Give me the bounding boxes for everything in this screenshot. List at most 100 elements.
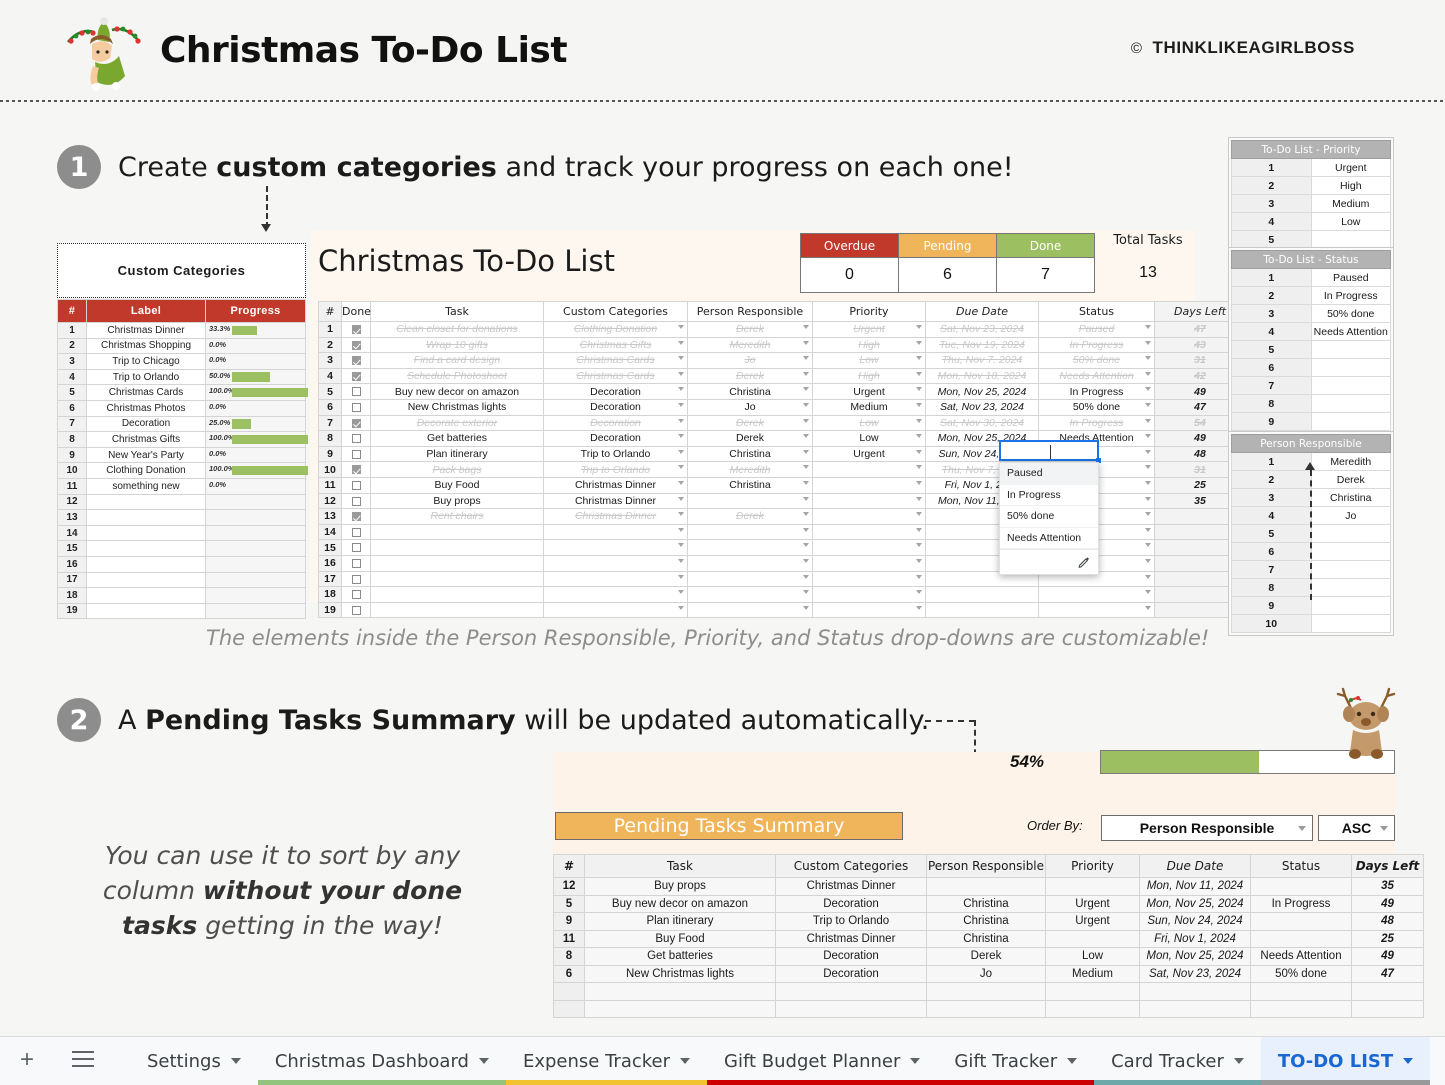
task-pri[interactable]	[812, 492, 926, 510]
task-done-cell[interactable]	[341, 367, 371, 385]
tab-expense-tracker[interactable]: Expense Tracker	[505, 1037, 708, 1085]
lookup-value[interactable]	[1310, 376, 1391, 395]
pencil-icon[interactable]	[1078, 556, 1090, 568]
status-option-3[interactable]: Needs Attention	[1000, 528, 1098, 549]
lookup-value[interactable]	[1310, 578, 1391, 597]
task-due-date[interactable]: Tue, Nov 19, 2024	[925, 336, 1039, 354]
task-pri[interactable]: High	[812, 367, 926, 385]
done-checkbox[interactable]	[351, 496, 361, 506]
lookup-value[interactable]: Jo	[1310, 506, 1391, 525]
task-due-date[interactable]: Sat, Nov 23, 2024	[925, 321, 1039, 338]
lookup-value[interactable]	[1310, 412, 1391, 431]
done-checkbox[interactable]	[351, 418, 361, 428]
lookup-value[interactable]	[1310, 340, 1391, 359]
task-name[interactable]: Pack bags	[370, 461, 544, 478]
done-checkbox[interactable]	[351, 387, 361, 397]
task-done-cell[interactable]	[341, 539, 371, 556]
task-cat[interactable]: Clothing Donation	[543, 321, 688, 338]
task-name[interactable]	[370, 570, 544, 588]
task-cat[interactable]: Decoration	[543, 414, 688, 432]
done-checkbox[interactable]	[351, 543, 361, 553]
task-cat[interactable]: Decoration	[543, 430, 688, 447]
task-due-date[interactable]: Thu, Nov 7, 2024	[925, 352, 1039, 369]
lookup-value[interactable]	[1310, 230, 1391, 249]
task-name[interactable]: Rent chairs	[370, 508, 544, 525]
lookup-value[interactable]	[1310, 524, 1391, 543]
task-pri[interactable]	[812, 508, 926, 525]
tab-gift-budget-planner[interactable]: Gift Budget Planner	[707, 1037, 938, 1085]
task-per[interactable]	[687, 492, 813, 510]
task-name[interactable]: Decorate exterior	[370, 414, 544, 432]
task-status[interactable]	[1038, 586, 1155, 603]
task-pri[interactable]: Urgent	[812, 321, 926, 338]
task-pri[interactable]: Urgent	[812, 383, 926, 400]
task-due-date[interactable]	[925, 586, 1039, 603]
task-pri[interactable]: High	[812, 336, 926, 354]
task-status[interactable]: 50% done	[1038, 352, 1155, 369]
order-direction-select[interactable]: ASC	[1318, 815, 1395, 841]
task-pri[interactable]	[812, 523, 926, 541]
done-checkbox[interactable]	[351, 356, 361, 366]
task-per[interactable]: Derek	[687, 430, 813, 447]
task-name[interactable]	[370, 601, 544, 619]
all-sheets-menu-icon[interactable]	[72, 1051, 94, 1067]
task-pri[interactable]: Low	[812, 414, 926, 432]
lookup-value[interactable]	[1310, 358, 1391, 377]
task-cat[interactable]: Christmas Cards	[543, 352, 688, 369]
done-checkbox[interactable]	[351, 325, 361, 335]
done-checkbox[interactable]	[351, 605, 361, 615]
lookup-value[interactable]: Paused	[1310, 268, 1391, 287]
task-per[interactable]	[687, 570, 813, 588]
task-per[interactable]: Christina	[687, 383, 813, 400]
task-done-cell[interactable]	[341, 570, 371, 588]
task-done-cell[interactable]	[341, 398, 371, 416]
tab-card-tracker[interactable]: Card Tracker	[1094, 1037, 1261, 1085]
lookup-value[interactable]: Derek	[1310, 470, 1391, 489]
task-done-cell[interactable]	[341, 601, 371, 619]
task-status[interactable]: In Progress	[1038, 383, 1155, 400]
task-done-cell[interactable]	[341, 414, 371, 432]
task-cat[interactable]: Christmas Dinner	[543, 508, 688, 525]
done-checkbox[interactable]	[351, 480, 361, 490]
task-cat[interactable]: Christmas Cards	[543, 367, 688, 385]
task-done-cell[interactable]	[341, 352, 371, 369]
status-option-2[interactable]: 50% done	[1000, 506, 1098, 528]
done-checkbox[interactable]	[351, 590, 361, 600]
task-name[interactable]: Buy new decor on amazon	[370, 383, 544, 400]
task-pri[interactable]	[812, 586, 926, 603]
done-checkbox[interactable]	[351, 574, 361, 584]
add-sheet-button[interactable]: +	[20, 1048, 34, 1072]
task-done-cell[interactable]	[341, 523, 371, 541]
task-pri[interactable]: Medium	[812, 398, 926, 416]
done-checkbox[interactable]	[351, 340, 361, 350]
task-cat[interactable]: Christmas Gifts	[543, 336, 688, 354]
task-due-date[interactable]: Mon, Nov 18, 2024	[925, 367, 1039, 385]
task-per[interactable]	[687, 539, 813, 556]
task-name[interactable]: New Christmas lights	[370, 398, 544, 416]
task-per[interactable]: Meredith	[687, 461, 813, 478]
task-per[interactable]: Christina	[687, 476, 813, 494]
lookup-value[interactable]: Medium	[1310, 194, 1391, 213]
task-per[interactable]	[687, 586, 813, 603]
done-checkbox[interactable]	[351, 527, 361, 537]
task-per[interactable]: Derek	[687, 414, 813, 432]
task-cat[interactable]	[543, 539, 688, 556]
task-cat[interactable]	[543, 554, 688, 572]
lookup-value[interactable]: Meredith	[1310, 452, 1391, 471]
done-checkbox[interactable]	[351, 512, 361, 522]
lookup-value[interactable]	[1310, 596, 1391, 615]
task-status[interactable]	[1038, 601, 1155, 619]
tab-to-do-list[interactable]: TO-DO LIST	[1260, 1037, 1431, 1085]
task-done-cell[interactable]	[341, 554, 371, 572]
done-checkbox[interactable]	[351, 449, 361, 459]
task-cat[interactable]: Trip to Orlando	[543, 461, 688, 478]
status-cell-editing[interactable]	[999, 440, 1101, 463]
status-option-0[interactable]: Paused	[1000, 463, 1098, 485]
task-per[interactable]: Jo	[687, 352, 813, 369]
status-option-1[interactable]: In Progress	[1000, 485, 1098, 506]
task-status[interactable]: 50% done	[1038, 398, 1155, 416]
task-due-date[interactable]: Sat, Nov 30, 2024	[925, 414, 1039, 432]
task-status[interactable]: Paused	[1038, 321, 1155, 338]
task-per[interactable]: Meredith	[687, 336, 813, 354]
task-pri[interactable]: Low	[812, 430, 926, 447]
